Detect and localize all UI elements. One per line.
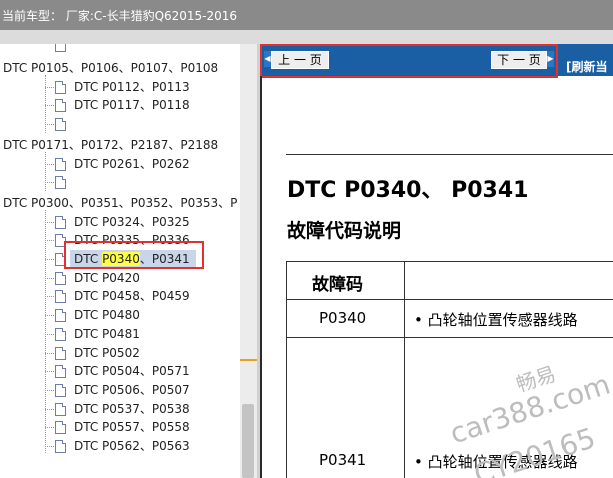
document-icon [55, 118, 66, 132]
tree-item[interactable]: DTC P0506、P0507 [74, 382, 190, 398]
table-row-code: P0340 [319, 309, 367, 327]
tree-connector [45, 240, 54, 242]
nav-highlight-box [260, 44, 558, 78]
tree-connector [45, 259, 54, 260]
tree-connector [45, 105, 54, 107]
document-frame-edge [260, 76, 262, 478]
tree-item[interactable]: DTC P0324、P0325 [74, 214, 190, 230]
dtc-prefix: DTC [74, 252, 103, 266]
tree-connector [45, 296, 54, 298]
tree-connector [45, 163, 54, 165]
tree-connector [45, 124, 54, 126]
document-icon [55, 176, 66, 190]
document-icon [55, 157, 66, 171]
splitter-marker [240, 359, 257, 361]
toolbar-strip [0, 30, 613, 44]
tree-group-label[interactable]: DTC P0105、P0106、P0107、P0108 [3, 60, 218, 76]
document-icon [55, 271, 66, 285]
tree-item[interactable]: DTC P0504、P0571 [74, 363, 190, 379]
tree-connector [45, 221, 54, 223]
dtc-highlight: P0340 [102, 252, 140, 266]
dtc-suffix: 、P0341 [139, 252, 190, 266]
tree-item[interactable]: DTC P0481 [74, 326, 140, 342]
tree-connector [45, 86, 54, 88]
tree-connector [45, 352, 54, 354]
tree-item[interactable]: DTC P0502 [74, 345, 140, 361]
document-icon [55, 290, 66, 304]
document-icon [55, 327, 66, 341]
tree-connector [45, 277, 54, 279]
tree-group-label[interactable]: DTC P0300、P0351、P0352、P0353、P [3, 195, 237, 211]
tree-item[interactable]: DTC P0458、P0459 [74, 288, 190, 304]
tree-connector [45, 315, 54, 317]
document-icon [55, 421, 66, 435]
title-bar: 当前车型： 厂家:C-长丰猎豹Q62015-2016 [0, 0, 613, 30]
refresh-link[interactable]: [刷新当 [566, 58, 608, 75]
table-row-code: P0341 [319, 451, 367, 469]
tree-connector [45, 389, 54, 391]
tree-item[interactable]: DTC P0480 [74, 307, 140, 323]
tree-connector [45, 446, 54, 447]
tree-connector [45, 427, 54, 429]
current-vehicle-label: 当前车型： 厂家:C-长丰猎豹Q62015-2016 [2, 9, 238, 23]
tree-connector [45, 333, 54, 335]
tree-item[interactable]: DTC P0420 [74, 270, 140, 286]
document-icon [55, 80, 66, 94]
tree-connector [45, 151, 46, 191]
document-icon [55, 309, 66, 323]
document-icon [55, 44, 66, 52]
tree-item[interactable]: DTC P0562、P0563 [74, 438, 190, 454]
tree-connector [45, 408, 54, 410]
document-icon [55, 99, 66, 113]
document-subheading: 故障代码说明 [287, 220, 402, 242]
dtc-tree-panel[interactable]: DTC P0105、P0106、P0107、P0108 DTC P0112、P01… [0, 44, 257, 478]
document-icon [55, 365, 66, 379]
table-header-code: 故障码 [312, 275, 363, 295]
document-heading: DTC P0340、 P0341 [287, 178, 529, 203]
tree-item[interactable]: DTC P0112、P0113 [74, 79, 190, 95]
tree-item[interactable]: DTC P0537、P0538 [74, 401, 190, 417]
tree-connector [45, 182, 54, 184]
document-icon [55, 346, 66, 360]
tree-connector [45, 371, 54, 373]
tree-item[interactable]: DTC P0117、P0118 [74, 97, 190, 113]
document-icon [55, 402, 66, 416]
document-icon [55, 440, 66, 453]
document-icon [55, 383, 66, 397]
tree-connector [45, 74, 46, 133]
document-rule [286, 154, 613, 155]
table-row-desc: • 凸轮轴位置传感器线路 [414, 311, 578, 329]
document-panel: ◀ 上 一 页 下 一 页 ▶ [刷新当 DTC P0340、 P0341 故障… [260, 44, 613, 478]
tree-group-label[interactable]: DTC P0171、P0172、P2187、P2188 [3, 137, 218, 153]
tree-item[interactable]: DTC P0557、P0558 [74, 419, 190, 435]
tree-scrollbar-thumb[interactable] [242, 404, 254, 478]
tree-item-selected[interactable]: DTC P0340、P0341 [74, 251, 190, 267]
document-icon [55, 215, 66, 229]
tree-item[interactable]: DTC P0261、P0262 [74, 156, 190, 172]
tree-connector [45, 209, 46, 453]
